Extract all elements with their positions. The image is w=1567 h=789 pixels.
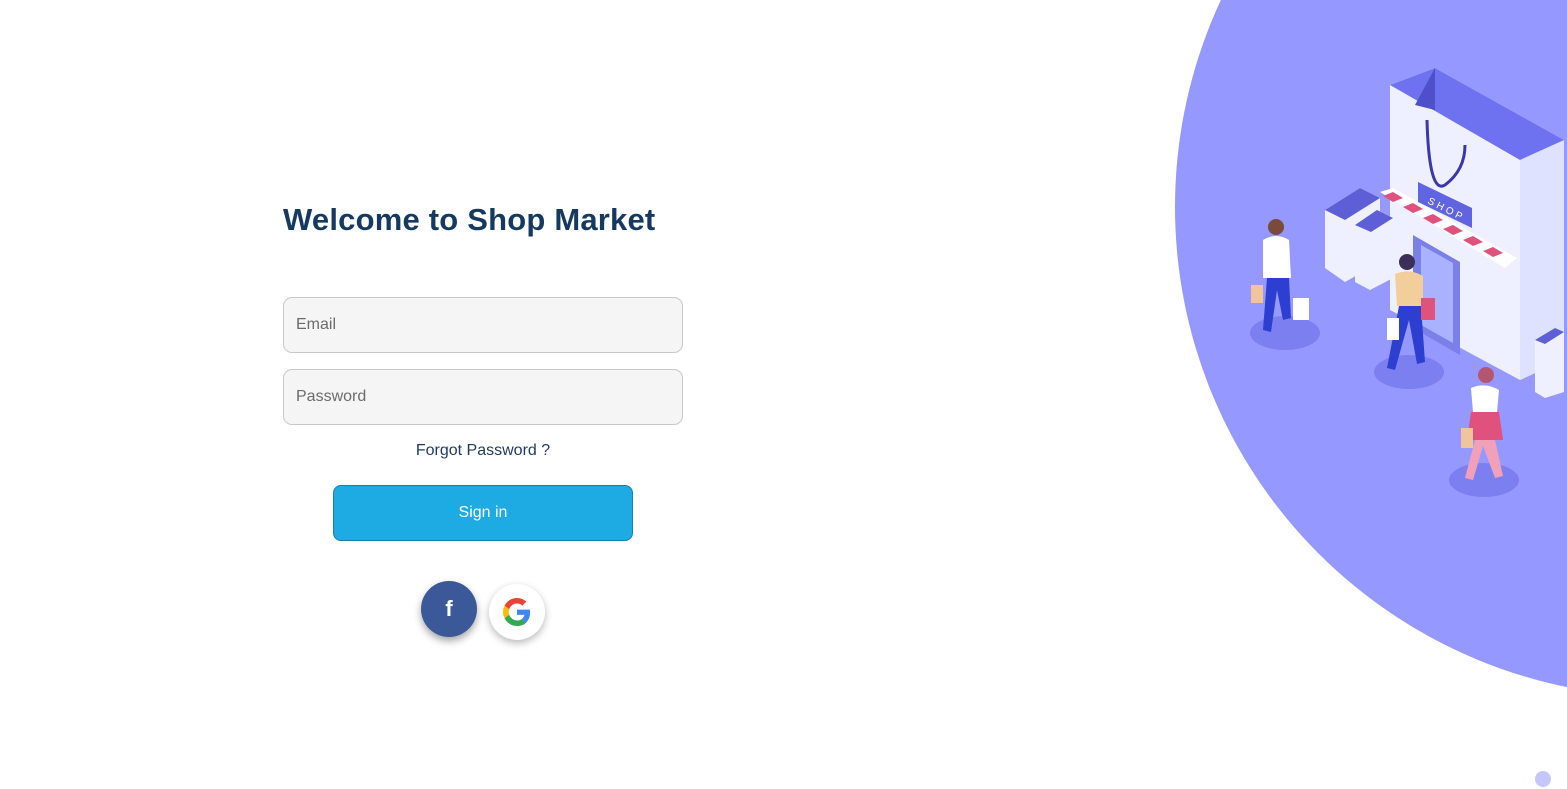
shopping-illustration: SHOP <box>1175 0 1567 687</box>
page-title: Welcome to Shop Market <box>283 202 656 237</box>
scroll-indicator[interactable] <box>1535 771 1551 787</box>
google-login-button[interactable] <box>489 584 545 640</box>
sign-in-button[interactable]: Sign in <box>333 485 633 541</box>
facebook-icon: f <box>445 596 453 621</box>
google-icon <box>503 598 531 626</box>
facebook-login-button[interactable]: f <box>421 581 477 637</box>
email-field[interactable] <box>283 297 683 353</box>
login-form: Welcome to Shop Market Forgot Password ?… <box>283 196 683 640</box>
login-page: Welcome to Shop Market Forgot Password ?… <box>0 0 1567 789</box>
password-field[interactable] <box>283 369 683 425</box>
forgot-password-link[interactable]: Forgot Password ? <box>283 442 683 460</box>
